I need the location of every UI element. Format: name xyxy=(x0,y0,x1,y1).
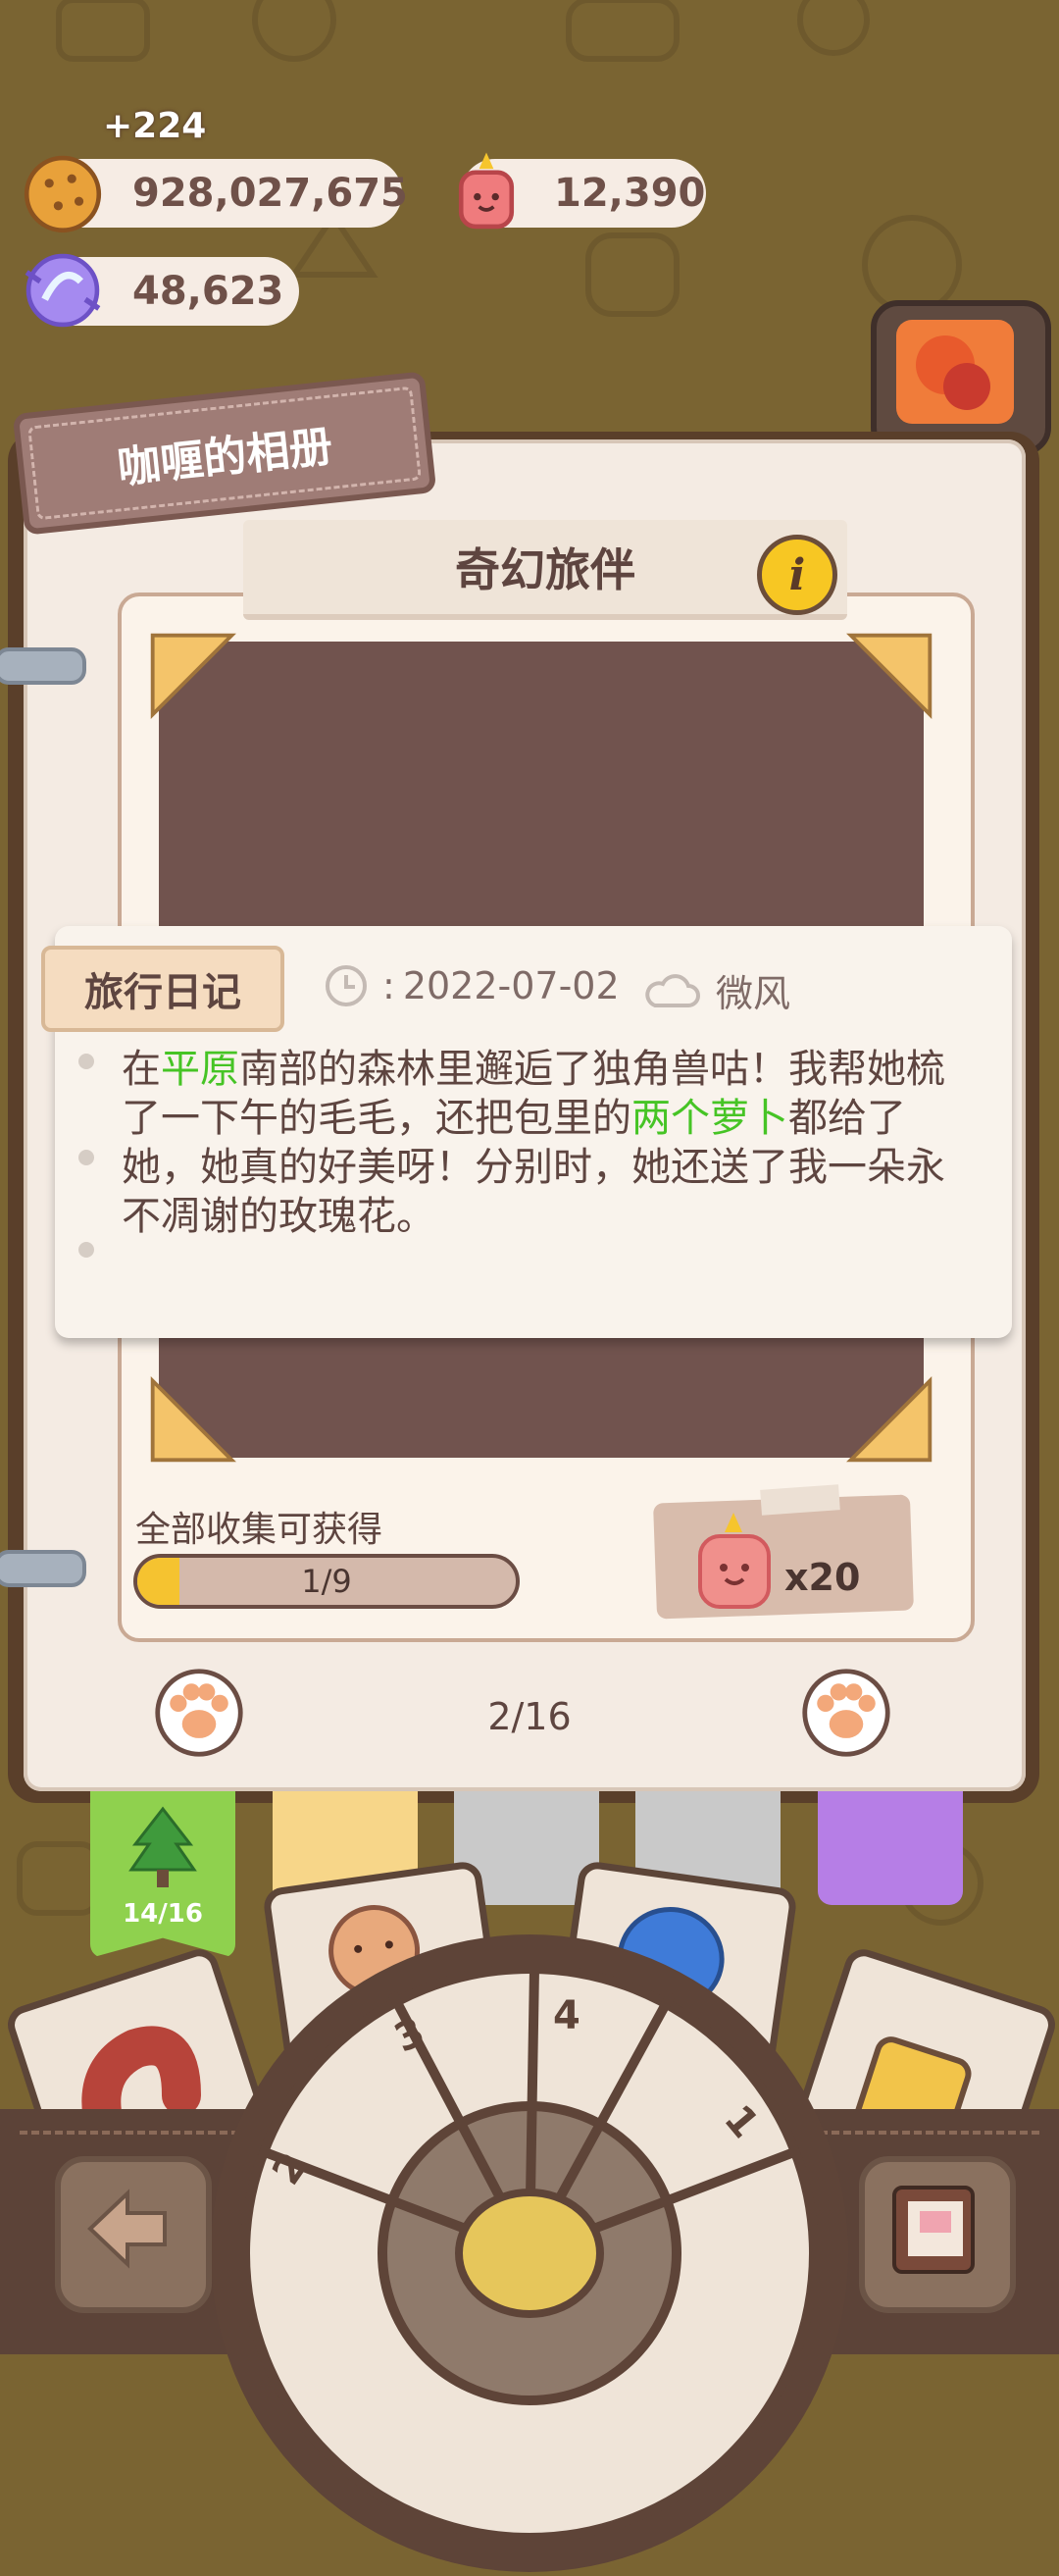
category-tab-count: 14/16 xyxy=(123,1899,203,1929)
cookie-amount: 928,027,675 xyxy=(132,171,408,216)
candle-icon xyxy=(458,152,515,230)
note-dot xyxy=(78,1054,94,1069)
candy-icon xyxy=(25,253,101,328)
dial-face xyxy=(240,1964,819,2543)
cookie-delta: +224 xyxy=(103,106,207,146)
tree-icon xyxy=(128,1806,197,1887)
diary-weather-text: 微风 xyxy=(716,972,791,1015)
binder-ring xyxy=(0,1550,86,1587)
selection-dial[interactable] xyxy=(211,1934,848,2572)
candy-currency: 48,623 xyxy=(25,253,299,328)
photo-corner-bottom-left xyxy=(150,1376,236,1463)
category-tab-tree[interactable]: 14/16 xyxy=(90,1791,235,1958)
collection-progress-bar: 1/9 xyxy=(133,1554,520,1609)
album-book-button[interactable] xyxy=(859,2156,1016,2313)
candle-amount: 12,390 xyxy=(554,171,706,216)
next-page-paw-icon[interactable] xyxy=(799,1666,893,1760)
prev-page-paw-icon[interactable] xyxy=(152,1666,246,1760)
info-button[interactable]: i xyxy=(757,535,837,615)
cloud-icon xyxy=(645,973,700,1007)
dial-segment-4[interactable]: 4 xyxy=(553,1993,580,2038)
back-arrow-icon xyxy=(87,2189,167,2269)
reward-count: x20 xyxy=(784,1556,861,1599)
event-badge-icon xyxy=(896,320,1014,424)
candle-reward-icon xyxy=(698,1513,771,1609)
travel-diary-tab: 旅行日记 xyxy=(41,946,284,1032)
photo-corner-top-right xyxy=(846,633,933,719)
photo-corner-top-left xyxy=(150,633,236,719)
candy-amount: 48,623 xyxy=(132,269,284,314)
cookie-currency: 928,027,675 xyxy=(24,155,408,232)
item-highlight: 两个萝卜 xyxy=(631,1096,788,1141)
collect-reward-label: 全部收集可获得 xyxy=(135,1510,383,1550)
diary-weather: 微风 xyxy=(641,963,790,1017)
diary-date: : 2022-07-02 xyxy=(324,963,620,1008)
progress-text: 1/9 xyxy=(301,1563,352,1600)
category-tab-purple[interactable] xyxy=(818,1791,963,1905)
note-dot xyxy=(78,1242,94,1258)
clock-icon xyxy=(326,965,367,1006)
page-indicator: 2/16 xyxy=(487,1695,572,1738)
book-icon xyxy=(892,2186,975,2274)
binder-ring xyxy=(0,647,86,685)
diary-date-text: 2022-07-02 xyxy=(402,964,620,1007)
cookie-icon xyxy=(24,155,102,232)
candle-currency: 12,390 xyxy=(458,152,706,230)
note-dot xyxy=(78,1150,94,1165)
photo-corner-bottom-right xyxy=(846,1376,933,1463)
place-highlight: 平原 xyxy=(161,1047,239,1092)
back-button[interactable] xyxy=(55,2156,212,2313)
diary-entry-text: 在平原南部的森林里邂逅了独角兽咕！我帮她梳了一下午的毛毛，还把包里的两个萝卜都给… xyxy=(122,1047,945,1239)
